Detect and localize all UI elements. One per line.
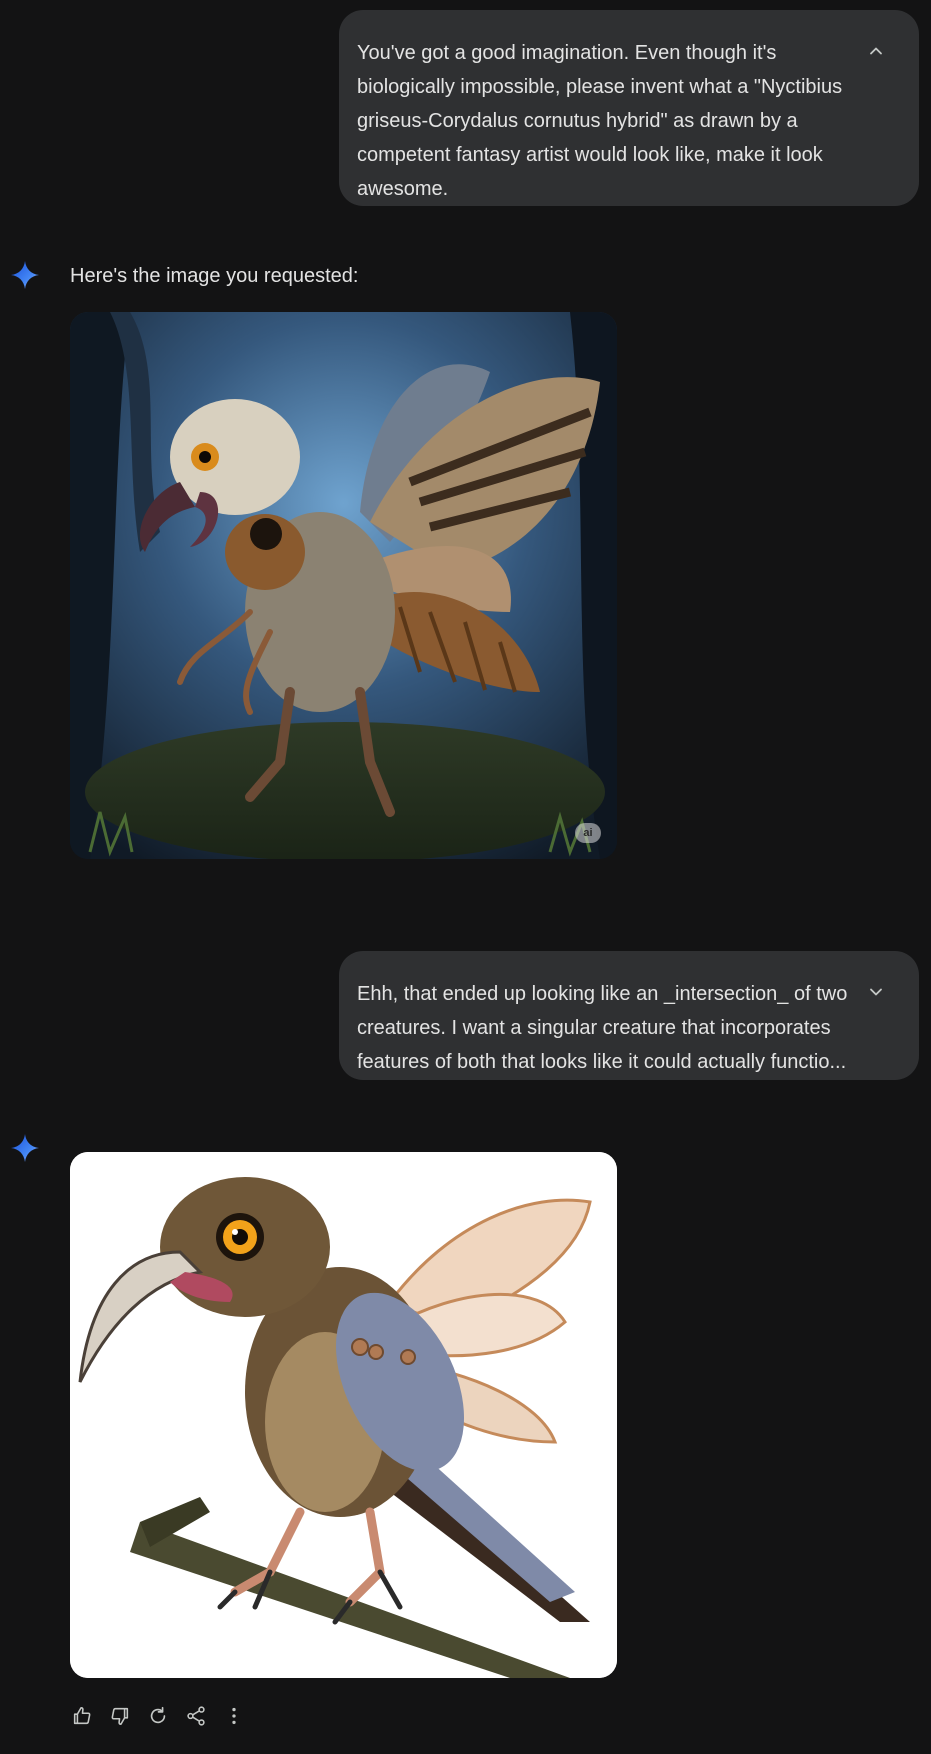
gemini-spark-icon (10, 1133, 40, 1163)
user-message: Ehh, that ended up looking like an _inte… (339, 951, 919, 1080)
generated-image-moth-owl[interactable]: ai (70, 312, 617, 859)
user-message-text: You've got a good imagination. Even thou… (357, 42, 843, 200)
user-message: You've got a good imagination. Even thou… (339, 10, 919, 206)
chevron-up-icon[interactable] (865, 40, 887, 62)
response-action-bar (66, 1700, 250, 1732)
user-message-text: Ehh, that ended up looking like an _inte… (357, 983, 848, 1073)
chat-page: You've got a good imagination. Even thou… (0, 0, 931, 1754)
chevron-down-icon[interactable] (865, 981, 887, 1003)
more-options-icon[interactable] (218, 1700, 250, 1732)
share-icon[interactable] (180, 1700, 212, 1732)
gemini-spark-icon (10, 260, 40, 290)
thumbs-up-icon[interactable] (66, 1700, 98, 1732)
regenerate-icon[interactable] (142, 1700, 174, 1732)
ai-generated-badge: ai (575, 823, 601, 843)
thumbs-down-icon[interactable] (104, 1700, 136, 1732)
generated-image-bird-perched[interactable] (70, 1152, 617, 1678)
response-text: Here's the image you requested: (70, 265, 359, 287)
